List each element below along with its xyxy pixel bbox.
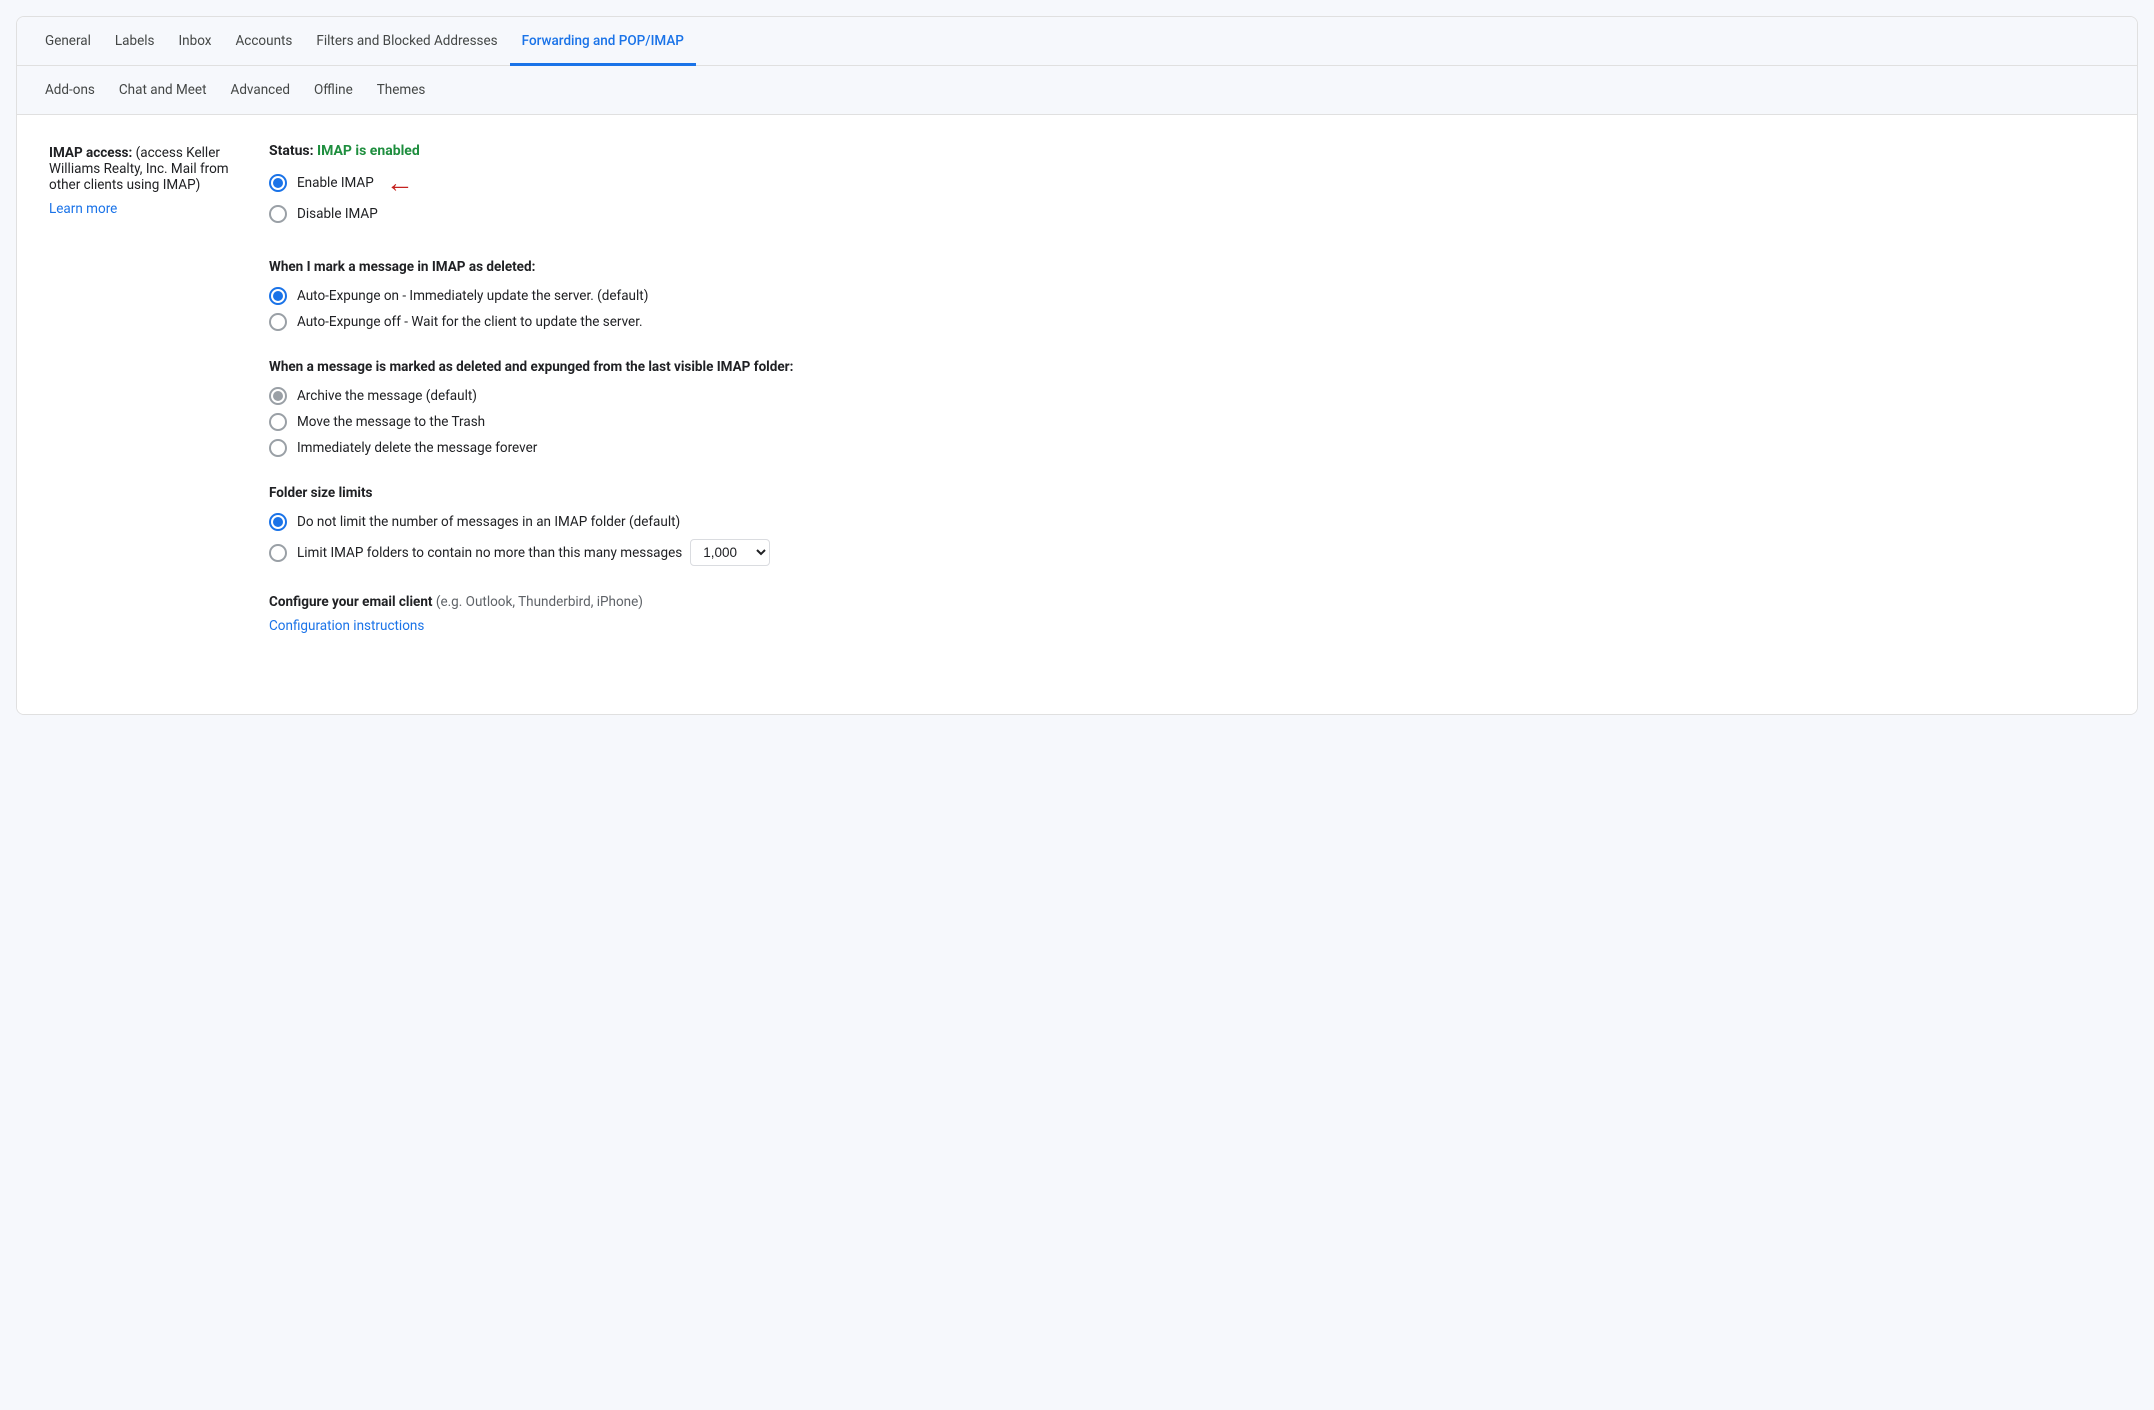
trash-option[interactable]: Move the message to the Trash [269,413,2105,431]
imap-status: Status: IMAP is enabled [269,143,2105,159]
tab-filters[interactable]: Filters and Blocked Addresses [304,17,509,66]
tab-addons[interactable]: Add-ons [33,66,107,115]
no-limit-option[interactable]: Do not limit the number of messages in a… [269,513,2105,531]
tab-offline[interactable]: Offline [302,66,365,115]
red-arrow-icon: ← [386,169,414,197]
delete-behavior-block: When I mark a message in IMAP as deleted… [269,259,2105,331]
enable-imap-label: Enable IMAP [297,175,374,191]
disable-imap-radio[interactable] [269,205,287,223]
limit-label: Limit IMAP folders to contain no more th… [297,545,682,561]
auto-expunge-off-radio[interactable] [269,313,287,331]
tab-general[interactable]: General [33,17,103,66]
auto-expunge-on-option[interactable]: Auto-Expunge on - Immediately update the… [269,287,2105,305]
email-client-block: Configure your email client (e.g. Outloo… [269,594,2105,634]
learn-more-link[interactable]: Learn more [49,201,249,217]
auto-expunge-off-label: Auto-Expunge off - Wait for the client t… [297,314,643,330]
expunge-behavior-heading: When a message is marked as deleted and … [269,359,2105,375]
enable-imap-radio[interactable] [269,174,287,192]
trash-label: Move the message to the Trash [297,414,485,430]
tab-themes[interactable]: Themes [365,66,438,115]
imap-content: Status: IMAP is enabled Enable IMAP ← Di… [269,143,2105,231]
trash-radio[interactable] [269,413,287,431]
delete-behavior-content: When I mark a message in IMAP as deleted… [269,255,2105,662]
auto-expunge-on-radio[interactable] [269,287,287,305]
imap-label-title: IMAP access: [49,145,132,161]
config-instructions-link[interactable]: Configuration instructions [269,618,424,634]
imap-label: IMAP access: (access Keller Williams Rea… [49,143,269,231]
status-value: IMAP is enabled [317,143,420,159]
disable-imap-label: Disable IMAP [297,206,378,222]
tab-labels[interactable]: Labels [103,17,167,66]
tab-advanced[interactable]: Advanced [219,66,303,115]
nav-row-2: Add-ons Chat and Meet Advanced Offline T… [17,66,2137,115]
content-area: IMAP access: (access Keller Williams Rea… [17,115,2137,714]
tab-forwarding[interactable]: Forwarding and POP/IMAP [510,17,696,66]
folder-size-heading: Folder size limits [269,485,2105,501]
no-limit-radio[interactable] [269,513,287,531]
disable-imap-option[interactable]: Disable IMAP [269,205,2105,223]
email-client-note: Configure your email client (e.g. Outloo… [269,594,2105,610]
nav-row-1: General Labels Inbox Accounts Filters an… [17,17,2137,66]
delete-forever-option[interactable]: Immediately delete the message forever [269,439,2105,457]
tab-accounts[interactable]: Accounts [223,17,304,66]
folder-size-block: Folder size limits Do not limit the numb… [269,485,2105,566]
email-client-heading: Configure your email client [269,594,432,610]
no-limit-label: Do not limit the number of messages in a… [297,514,680,530]
delete-forever-label: Immediately delete the message forever [297,440,537,456]
limit-option[interactable]: Limit IMAP folders to contain no more th… [269,539,2105,566]
archive-label: Archive the message (default) [297,388,477,404]
archive-radio[interactable] [269,387,287,405]
archive-option[interactable]: Archive the message (default) [269,387,2105,405]
tab-chat[interactable]: Chat and Meet [107,66,219,115]
auto-expunge-on-label: Auto-Expunge on - Immediately update the… [297,288,648,304]
enable-imap-option[interactable]: Enable IMAP ← [269,169,2105,197]
imap-section: IMAP access: (access Keller Williams Rea… [49,143,2105,231]
tab-inbox[interactable]: Inbox [167,17,224,66]
delete-behavior-label-spacer [49,255,269,662]
delete-behavior-section: When I mark a message in IMAP as deleted… [49,255,2105,662]
auto-expunge-off-option[interactable]: Auto-Expunge off - Wait for the client t… [269,313,2105,331]
delete-forever-radio[interactable] [269,439,287,457]
expunge-behavior-block: When a message is marked as deleted and … [269,359,2105,457]
status-prefix: Status: [269,143,317,159]
email-client-paren: (e.g. Outlook, Thunderbird, iPhone) [436,594,643,610]
limit-radio[interactable] [269,544,287,562]
delete-behavior-heading: When I mark a message in IMAP as deleted… [269,259,2105,275]
limit-select[interactable]: 1,000 2,000 5,000 10,000 20,000 50,000 2… [690,539,770,566]
